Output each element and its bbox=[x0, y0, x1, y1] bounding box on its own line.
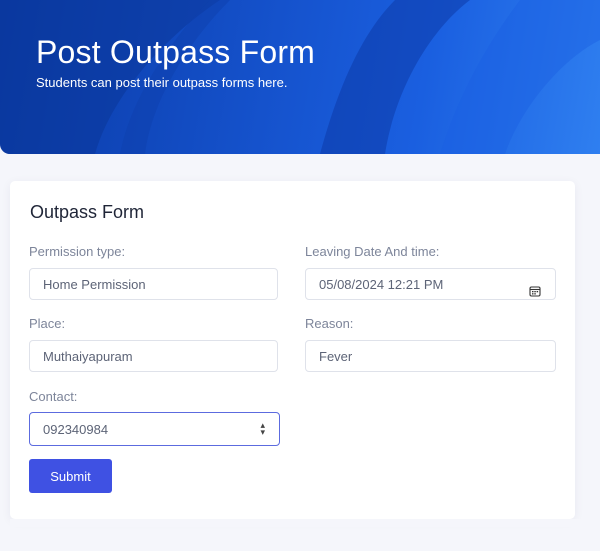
page-footer-area bbox=[10, 519, 600, 527]
leaving-datetime-input[interactable]: 05/08/2024 12:21 PM bbox=[305, 268, 556, 300]
contact-input[interactable]: 092340984 ▴ ▾ bbox=[29, 412, 280, 446]
permission-type-value: Home Permission bbox=[43, 277, 146, 292]
place-input[interactable]: Muthaiyapuram bbox=[29, 340, 278, 372]
reason-input[interactable]: Fever bbox=[305, 340, 556, 372]
page-subtitle: Students can post their outpass forms he… bbox=[36, 75, 288, 90]
permission-type-label: Permission type: bbox=[29, 244, 126, 259]
reason-label: Reason: bbox=[305, 316, 354, 331]
page-title: Post Outpass Form bbox=[36, 34, 316, 70]
form-title: Outpass Form bbox=[30, 202, 145, 222]
permission-type-select[interactable]: Home Permission bbox=[29, 268, 278, 300]
reason-value: Fever bbox=[319, 349, 353, 364]
spinner-icon[interactable]: ▴ ▾ bbox=[260, 421, 265, 437]
page-header: Post Outpass Form Students can post thei… bbox=[0, 0, 600, 154]
place-label: Place: bbox=[29, 316, 66, 331]
leaving-datetime-label: Leaving Date And time: bbox=[305, 244, 440, 259]
contact-label: Contact: bbox=[29, 389, 78, 404]
submit-button[interactable]: Submit bbox=[29, 459, 112, 493]
outpass-form-card: Outpass Form Permission type: Home Permi… bbox=[10, 181, 575, 519]
contact-value: 092340984 bbox=[43, 422, 109, 437]
place-value: Muthaiyapuram bbox=[43, 349, 133, 364]
leaving-datetime-value: 05/08/2024 12:21 PM bbox=[319, 277, 444, 292]
calendar-icon[interactable] bbox=[529, 277, 543, 297]
